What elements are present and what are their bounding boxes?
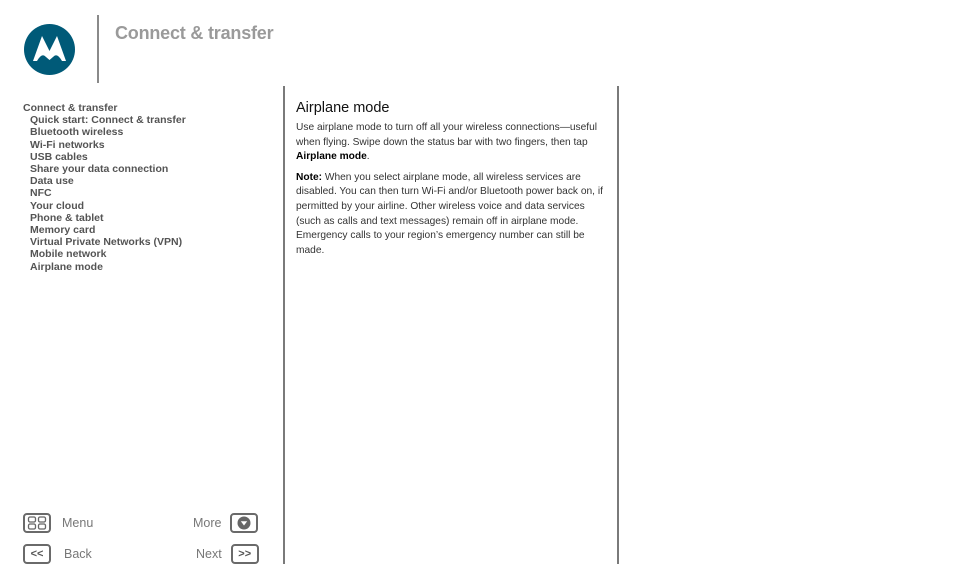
next-arrows-icon: >> (230, 544, 259, 564)
page-title: Connect & transfer (115, 23, 274, 43)
toc-item[interactable]: Share your data connection (23, 163, 186, 175)
toc-heading[interactable]: Connect & transfer (23, 102, 186, 114)
toc-item[interactable]: Memory card (23, 224, 186, 236)
menu-label: Menu (62, 516, 94, 530)
more-dropdown-icon (230, 513, 259, 533)
intro-paragraph: Use airplane mode to turn off all your w… (296, 122, 598, 163)
column-divider-right (617, 86, 619, 564)
header-divider (97, 15, 99, 83)
next-label: Next (196, 547, 222, 561)
toc-item[interactable]: Wi-Fi networks (23, 139, 186, 151)
toc-item[interactable]: Data use (23, 175, 186, 187)
next-button[interactable]: Next >> (196, 544, 259, 564)
back-arrows-icon: << (23, 544, 51, 564)
back-button[interactable]: << Back (23, 544, 92, 564)
airplane-mode-term: Airplane mode (296, 151, 367, 163)
menu-grid-icon (23, 513, 51, 533)
note-paragraph: Note: When you select airplane mode, all… (296, 171, 603, 256)
more-button[interactable]: More (193, 513, 259, 533)
motorola-m-icon (33, 36, 66, 61)
section-title: Airplane mode (296, 100, 390, 116)
menu-button[interactable]: Menu (23, 513, 93, 533)
toc-item[interactable]: Quick start: Connect & transfer (23, 114, 186, 126)
toc-item[interactable]: Phone & tablet (23, 212, 186, 224)
toc-item[interactable]: NFC (23, 187, 186, 199)
content-section: Airplane mode Use airplane mode to turn … (296, 100, 608, 264)
more-label: More (193, 516, 222, 530)
table-of-contents: Connect & transfer Quick start: Connect … (23, 102, 186, 273)
motorola-logo (24, 24, 75, 75)
toc-item[interactable]: Mobile network (23, 248, 186, 260)
back-label: Back (64, 547, 92, 561)
note-label: Note: (296, 171, 323, 183)
toc-item[interactable]: Airplane mode (23, 261, 186, 273)
toc-item[interactable]: Your cloud (23, 200, 186, 212)
toc-item[interactable]: Virtual Private Networks (VPN) (23, 236, 186, 248)
toc-item[interactable]: USB cables (23, 151, 186, 163)
column-divider-left (283, 86, 285, 564)
toc-item[interactable]: Bluetooth wireless (23, 126, 186, 138)
